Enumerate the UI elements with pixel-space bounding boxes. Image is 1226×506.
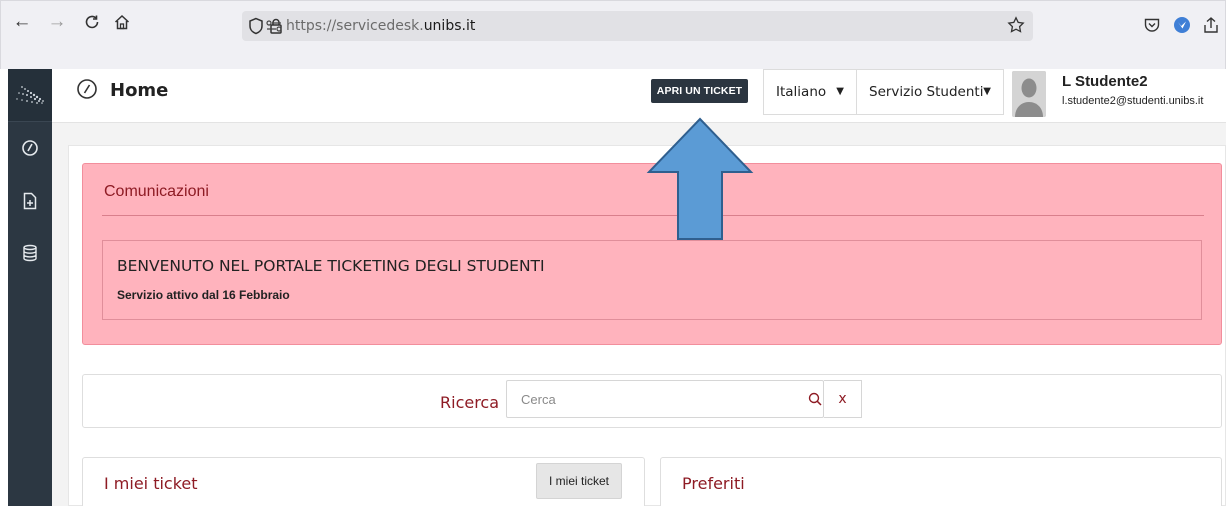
url-prefix: https://servicedesk. xyxy=(286,18,424,34)
caret-down-icon: ▼ xyxy=(836,86,844,97)
app-logo[interactable] xyxy=(8,69,52,122)
app-header xyxy=(52,69,1226,123)
favorites-title: Preferiti xyxy=(682,474,745,493)
search-label: Ricerca xyxy=(440,393,500,412)
permissions-icon xyxy=(266,20,282,32)
search-icon[interactable] xyxy=(806,380,824,418)
user-name[interactable]: L Studente2 xyxy=(1062,73,1148,90)
forward-arrow-icon[interactable]: → xyxy=(45,10,69,34)
url-text[interactable]: https://servicedesk.unibs.it xyxy=(286,18,475,34)
communication-subtext: Servizio attivo dal 16 Febbraio xyxy=(117,288,290,302)
avatar[interactable] xyxy=(1012,71,1046,117)
open-ticket-button[interactable]: APRI UN TICKET xyxy=(651,79,748,103)
url-domain: unibs.it xyxy=(423,18,476,34)
language-value: Italiano xyxy=(776,84,827,100)
clear-search-button[interactable]: x xyxy=(824,380,862,418)
extension-icon[interactable] xyxy=(1170,13,1194,37)
communication-item xyxy=(102,240,1202,320)
reload-icon[interactable] xyxy=(80,10,104,34)
home-dashboard-icon xyxy=(76,78,98,105)
database-icon[interactable] xyxy=(20,243,40,263)
service-value: Servizio Studenti xyxy=(869,84,984,100)
dashboard-icon[interactable] xyxy=(20,138,40,158)
bookmark-star-icon[interactable] xyxy=(1004,13,1028,37)
my-tickets-button[interactable]: I miei ticket xyxy=(536,463,622,499)
search-input[interactable] xyxy=(506,380,824,418)
user-email: l.studente2@studenti.unibs.it xyxy=(1062,95,1204,107)
page-title: Home xyxy=(110,80,169,101)
home-icon[interactable] xyxy=(110,10,134,34)
new-document-icon[interactable] xyxy=(20,191,40,211)
language-select[interactable]: Italiano ▼ xyxy=(763,69,857,115)
pocket-icon[interactable] xyxy=(1140,13,1164,37)
caret-down-icon: ▼ xyxy=(983,86,991,97)
back-arrow-icon[interactable]: ← xyxy=(10,10,34,34)
my-tickets-title: I miei ticket xyxy=(104,474,198,493)
app-sidebar xyxy=(8,69,52,506)
communication-headline: BENVENUTO NEL PORTALE TICKETING DEGLI ST… xyxy=(117,257,545,275)
communications-title: Comunicazioni xyxy=(104,183,209,200)
service-select[interactable]: Servizio Studenti ▼ xyxy=(856,69,1004,115)
divider xyxy=(102,215,1204,216)
share-icon[interactable] xyxy=(1199,13,1223,37)
